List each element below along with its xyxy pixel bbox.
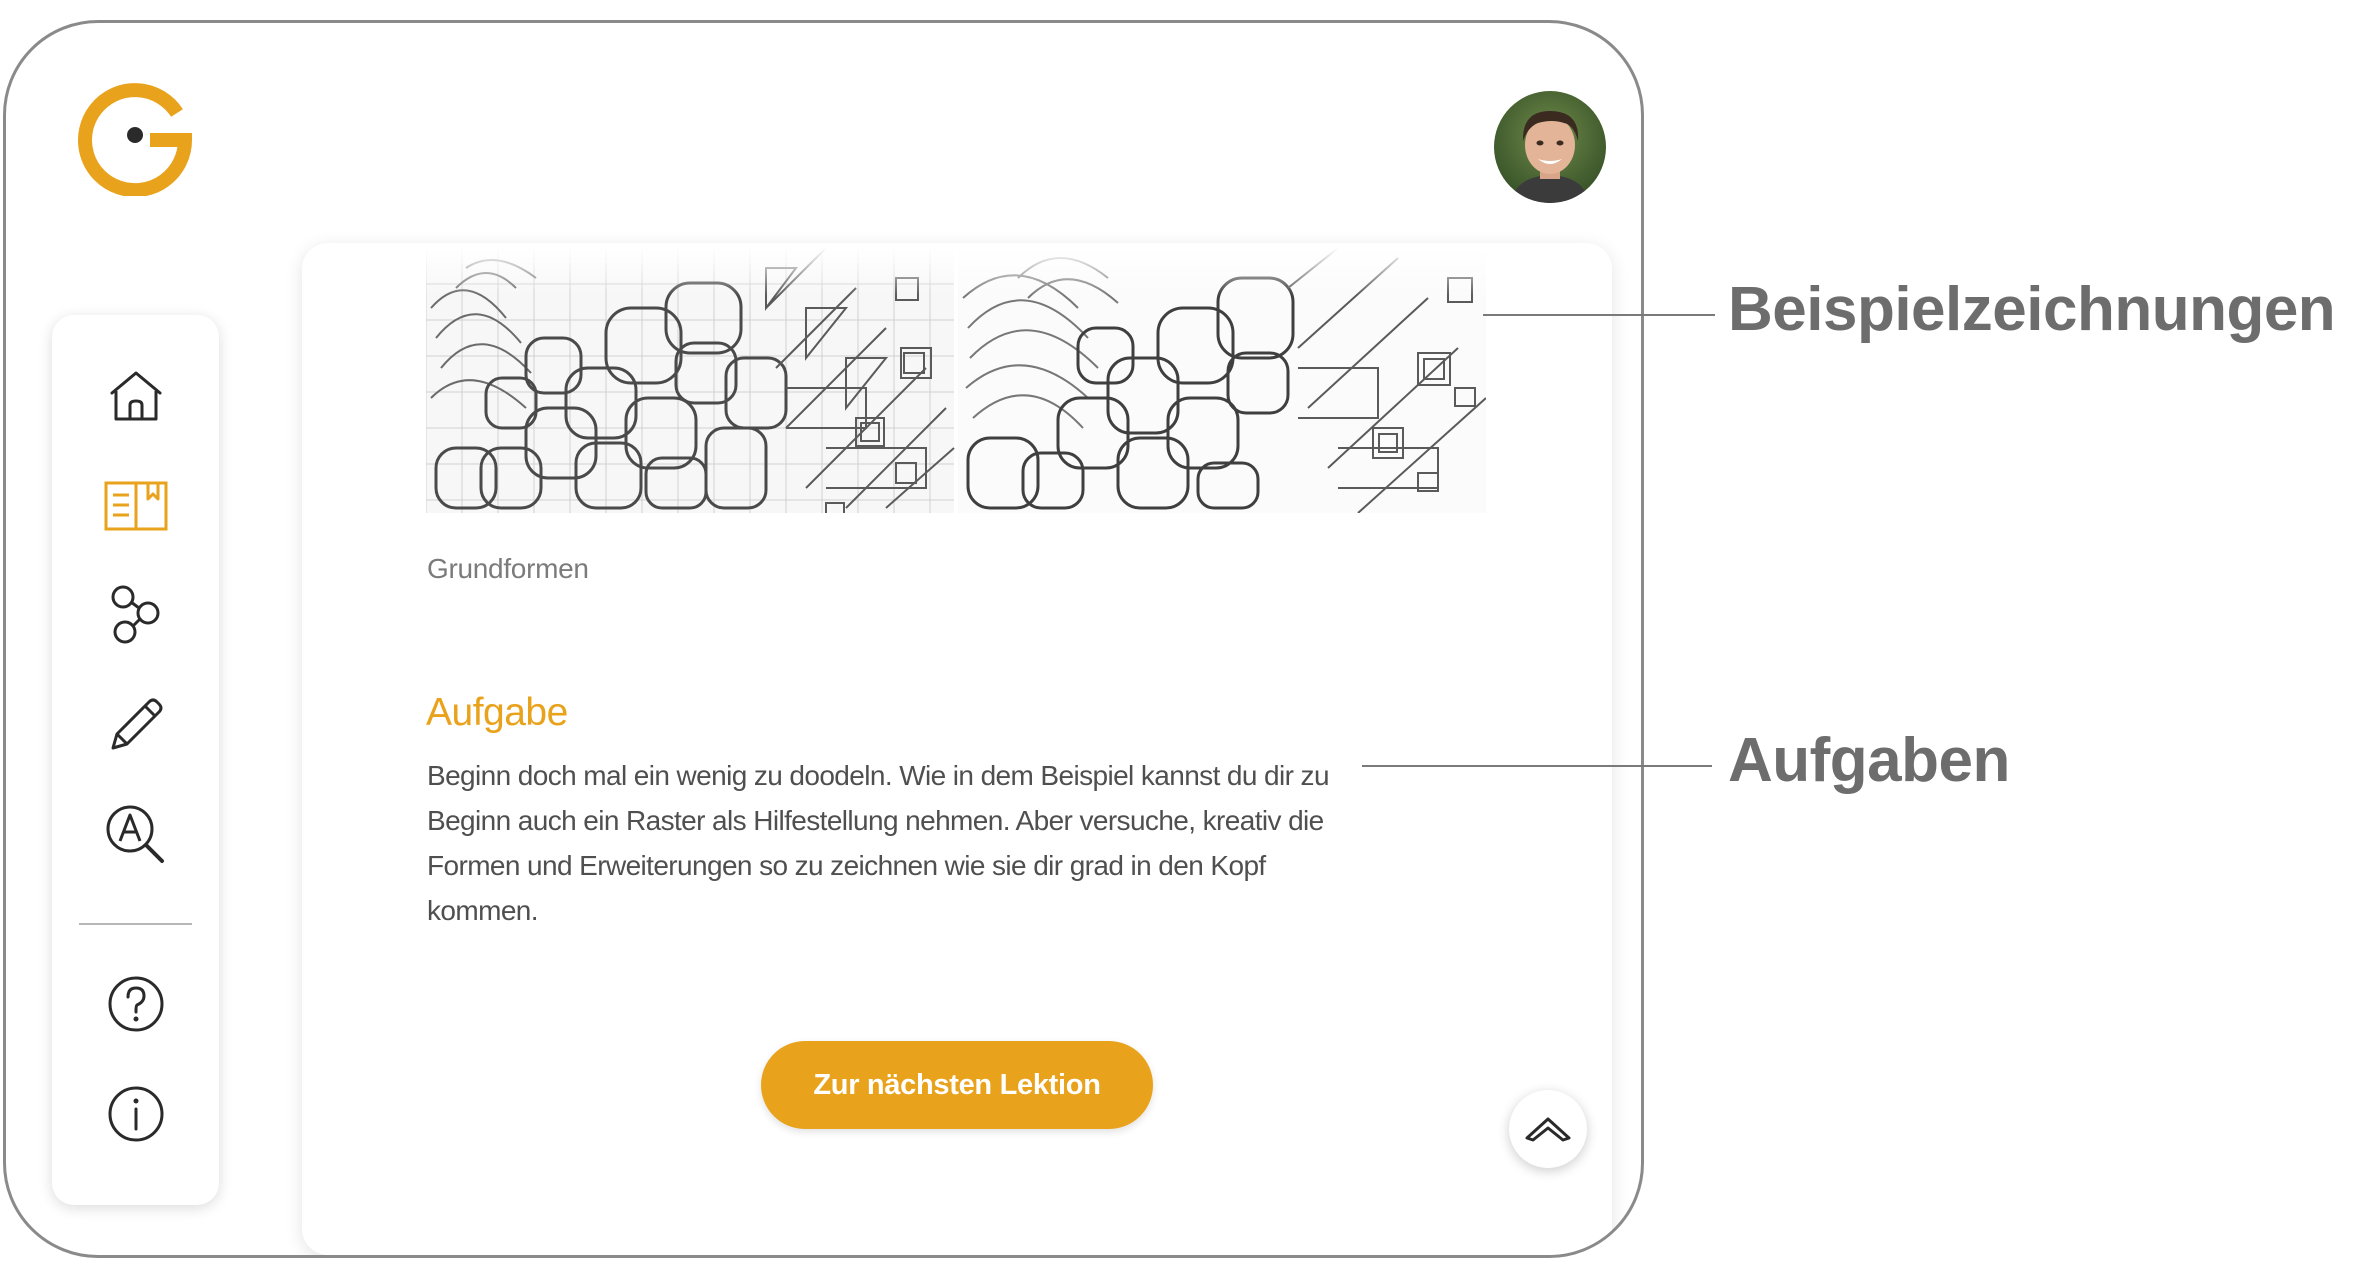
help-icon	[108, 976, 163, 1032]
info-icon	[108, 1086, 163, 1142]
next-lesson-button[interactable]: Zur nächsten Lektion	[761, 1041, 1153, 1129]
pencil-icon	[111, 698, 162, 750]
scroll-to-top-button[interactable]	[1509, 1090, 1587, 1168]
sidebar-item-help[interactable]	[100, 968, 172, 1040]
task-description: Beginn doch mal ein wenig zu doodeln. Wi…	[427, 760, 1330, 926]
avatar[interactable]	[1494, 91, 1606, 203]
font-search-icon	[106, 805, 164, 863]
sidebar-item-draw[interactable]	[100, 689, 172, 761]
sidebar-item-network[interactable]	[100, 579, 172, 651]
sidebar-item-font-search[interactable]	[100, 799, 172, 871]
sidebar-divider	[79, 923, 192, 925]
app-window: Grundformen Aufgabe Beginn doch mal ein …	[3, 20, 1644, 1258]
book-icon	[104, 481, 167, 531]
image-caption: Grundformen	[427, 553, 589, 584]
home-icon	[110, 371, 161, 421]
chevron-up-icon	[1525, 1117, 1571, 1142]
task-heading: Aufgabe	[426, 691, 568, 734]
example-drawings-image	[426, 248, 1486, 513]
sidebar	[52, 315, 219, 1205]
annotation-label-examples: Beispielzeichnungen	[1728, 275, 2336, 344]
sidebar-item-info[interactable]	[100, 1078, 172, 1150]
annotation-line-examples	[1483, 314, 1715, 316]
sidebar-item-home[interactable]	[100, 359, 172, 431]
g-logo-icon[interactable]	[76, 78, 194, 198]
annotation-label-tasks: Aufgaben	[1728, 726, 2010, 795]
annotation-line-tasks	[1362, 765, 1712, 767]
sidebar-item-lessons[interactable]	[100, 469, 172, 541]
molecule-icon	[111, 585, 159, 644]
